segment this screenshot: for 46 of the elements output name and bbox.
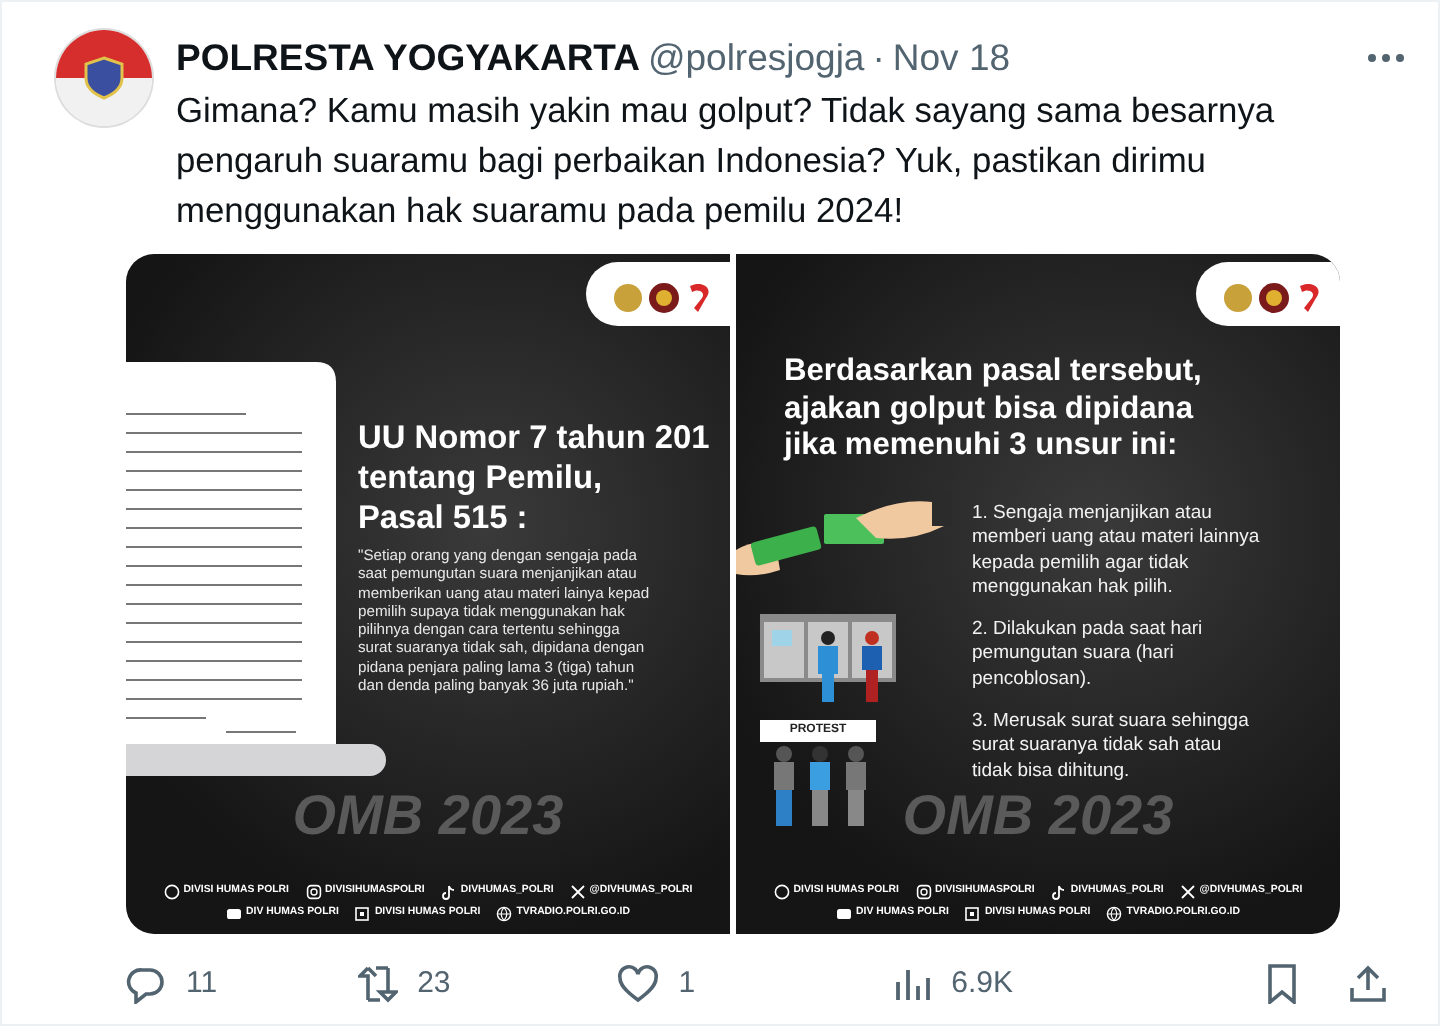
camera-icon <box>305 884 321 900</box>
watermark-text: OMB 2023 <box>292 786 564 846</box>
reply-count: 11 <box>186 964 218 1004</box>
heading-line: Berdasarkan pasal tersebut, <box>784 354 1202 391</box>
item-line: 2. Dilakukan pada saat hari <box>972 618 1205 643</box>
author-name[interactable]: POLRESTA YOGYAKARTA <box>176 30 640 86</box>
reply-icon[interactable] <box>126 964 166 1005</box>
item-line: 1. Sengaja menjanjikan atau <box>972 502 1214 527</box>
title-line: UU Nomor 7 tahun 201 <box>358 418 712 458</box>
title-line: tentang Pemilu, <box>358 458 605 498</box>
views-icon[interactable] <box>891 964 932 1005</box>
music-note-icon <box>440 884 457 900</box>
shield-icon <box>84 56 124 100</box>
globe-icon <box>496 906 513 922</box>
x-icon <box>569 884 586 900</box>
heading-line: jika memenuhi 3 unsur ini: <box>784 428 1180 465</box>
item-line: surat suaranya tidak sah atau <box>972 734 1224 760</box>
item-line: tidak bisa dihitung. <box>972 759 1132 784</box>
camera-icon <box>915 884 931 900</box>
globe-icon <box>1106 906 1123 922</box>
separator: · <box>872 34 885 82</box>
x-icon <box>1179 884 1196 900</box>
item-line: pencoblosan). <box>972 667 1094 693</box>
repost-icon[interactable] <box>357 964 398 1005</box>
item-line: menggunakan hak pilih. <box>972 575 1175 601</box>
avatar[interactable] <box>56 30 152 126</box>
post-text: Gimana? Kamu masih yakin mau golput? Tidak sayang sama besarnya pengaruh suaramu bagi perbaikan Indonesia? Yuk, pastikan dirimu menggunakan hak suaramu pada pemilu 2024! <box>176 87 1277 234</box>
infographic-panel[interactable] <box>126 254 730 934</box>
watermark-text: OMB 2023 <box>902 786 1174 846</box>
view-count: 6.9K <box>951 964 1013 1004</box>
heading-line: ajakan golput bisa dipidana <box>784 391 1196 428</box>
more-icon[interactable] <box>1366 51 1406 64</box>
infographic-panel[interactable] <box>736 254 1340 934</box>
music-note-icon <box>1050 884 1067 900</box>
bookmark-icon[interactable] <box>1264 964 1300 1005</box>
item-line: memberi uang atau materi lainnya <box>972 526 1260 552</box>
item-line: 3. Merusak surat suara sehingga <box>972 710 1251 735</box>
share-icon[interactable] <box>1348 964 1388 1005</box>
post-date[interactable]: Nov 18 <box>892 30 1011 86</box>
author-handle[interactable]: @polresjogja <box>647 30 865 86</box>
item-line: kepada pemilih agar tidak <box>972 551 1191 576</box>
title-line: Pasal 515 : <box>358 498 530 538</box>
item-line: pemungutan suara (hari <box>972 642 1176 668</box>
repost-count: 23 <box>417 964 451 1004</box>
like-count: 1 <box>678 964 696 1004</box>
heart-icon[interactable] <box>618 964 659 1005</box>
